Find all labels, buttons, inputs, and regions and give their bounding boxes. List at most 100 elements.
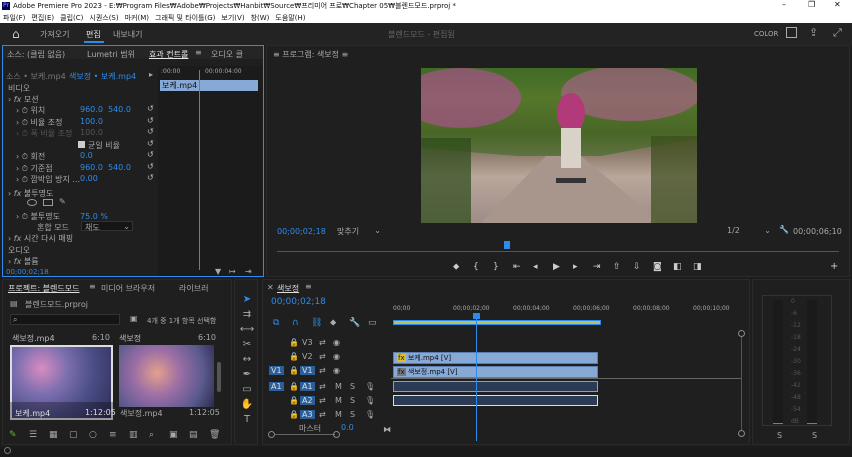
voiceover-mic-icon[interactable]: 🎙 (365, 382, 375, 391)
opacity-effect-label[interactable]: › fx 불투명도 (8, 188, 53, 199)
eye-icon[interactable]: ◉ (333, 352, 340, 361)
track-label[interactable]: V1 (300, 366, 315, 375)
menu-item[interactable]: 도움말(H) (275, 14, 305, 22)
reset-icon[interactable]: ↺ (147, 104, 154, 113)
reset-icon[interactable]: ↺ (147, 139, 154, 148)
out-point-icon[interactable]: } (493, 262, 499, 272)
track-label[interactable]: A1 (300, 382, 315, 391)
effect-row-label[interactable]: › ⏱ 위치 (16, 105, 45, 116)
extract-icon[interactable]: ⇩ (633, 262, 641, 272)
effect-row-value[interactable]: 540.0 (108, 105, 131, 114)
marker-icon[interactable]: ⬥ (453, 262, 459, 272)
menu-item[interactable]: 그래픽 및 타이틀(G) (155, 14, 215, 22)
rectangle-tool-icon[interactable]: ▭ (239, 382, 255, 397)
timeline-menu-icon[interactable]: ≡ (305, 282, 312, 291)
track-label[interactable]: A2 (300, 396, 315, 405)
step-back-icon[interactable]: ◂ (533, 262, 538, 272)
effect-row-label[interactable]: › ⏱ 폭 비율 조정 (16, 128, 72, 139)
mini-timeline-clip[interactable]: 보케.mp4 (160, 80, 258, 91)
mute-button[interactable]: M (335, 410, 342, 419)
tab-lumetri-scopes[interactable]: Lumetri 범위 (87, 49, 135, 60)
track-label[interactable]: A3 (300, 410, 315, 419)
lift-icon[interactable]: ⇧ (613, 262, 621, 272)
sync-lock-icon[interactable]: ⇄ (319, 338, 326, 347)
menu-item[interactable]: 클립(C) (60, 14, 83, 22)
track-end-icon[interactable]: ⧓ (383, 425, 391, 434)
step-forward-icon[interactable]: ▸ (573, 262, 578, 272)
mute-button[interactable]: M (335, 396, 342, 405)
program-playhead[interactable] (504, 241, 510, 249)
panel-menu-icon[interactable]: ≡ (195, 48, 202, 57)
find-icon[interactable]: ⌕ (149, 430, 154, 440)
new-item-icon[interactable]: ▤ (189, 430, 198, 440)
reset-icon[interactable]: ↺ (147, 173, 154, 182)
pen-tool-icon[interactable]: ✒ (239, 367, 255, 382)
maximize-button[interactable]: ❐ (808, 0, 815, 9)
clip-v1-color-correction[interactable]: fx 색보정.mp4 [V] (393, 366, 598, 378)
automate-icon[interactable]: ▥ (129, 430, 138, 440)
effect-row-label[interactable]: 균일 비율 (16, 140, 120, 151)
clip-a1-audio[interactable] (393, 381, 598, 392)
rect-mask-icon[interactable] (43, 199, 53, 206)
effect-row-value[interactable]: 0.0 (80, 151, 93, 160)
sequence-clip-label[interactable]: 색보정 • 보케.mp4 (69, 71, 136, 82)
stopwatch-icon[interactable]: › ⏱ (16, 106, 31, 115)
panel-end-icon[interactable]: ⇥ (245, 267, 252, 276)
play-icon[interactable]: ▶ (553, 262, 560, 272)
solo-button[interactable]: S (350, 396, 355, 405)
tab-audio-clip[interactable]: 오디오 클 (211, 49, 243, 60)
button-editor-icon[interactable]: + (830, 261, 838, 272)
nest-icon[interactable]: ⧉ (273, 318, 279, 328)
reset-icon[interactable]: ↺ (147, 162, 154, 171)
blend-mode-select[interactable]: 채도 ⌄ (81, 221, 133, 232)
tab-source[interactable]: 소스: (클립 없음) (7, 49, 65, 60)
sync-lock-icon[interactable]: ⇄ (319, 410, 326, 419)
minimize-button[interactable]: – (782, 0, 786, 9)
mute-button[interactable]: M (335, 382, 342, 391)
tab-export[interactable]: 내보내기 (113, 29, 142, 40)
selection-tool-icon[interactable]: ➤ (239, 292, 255, 307)
share-icon[interactable]: ⇪ (809, 26, 818, 39)
lock-icon[interactable]: 🔒 (289, 338, 299, 347)
menu-item[interactable]: 시퀀스(S) (89, 14, 118, 22)
stopwatch-icon[interactable]: › ⏱ (16, 152, 31, 161)
playhead-marker[interactable] (473, 313, 480, 319)
fullscreen-icon[interactable]: ⤢ (833, 26, 842, 40)
quick-export-icon[interactable] (786, 27, 797, 38)
new-bin-icon[interactable]: ▣ (130, 314, 138, 323)
project-scrollbar[interactable] (217, 362, 221, 392)
linked-selection-icon[interactable]: ⛓ (311, 318, 322, 328)
delete-icon[interactable]: 🗑 (209, 430, 220, 440)
pencil-icon[interactable]: ✎ (9, 430, 17, 440)
solo-button[interactable]: S (350, 382, 355, 391)
reset-icon[interactable]: ↺ (147, 127, 154, 136)
menu-item[interactable]: 편집(E) (31, 14, 54, 22)
lock-icon[interactable]: 🔒 (289, 410, 299, 419)
sort-icon[interactable]: ≡ (109, 430, 117, 440)
tab-import[interactable]: 가져오기 (40, 29, 69, 40)
sync-lock-icon[interactable]: ⇄ (319, 352, 326, 361)
effect-row-value[interactable]: 100.0 (80, 128, 103, 137)
lock-icon[interactable]: 🔒 (289, 366, 299, 375)
quality-select[interactable]: 1/2 ⌄ (727, 226, 771, 236)
track-label[interactable]: V2 (300, 352, 315, 361)
checkbox-icon[interactable] (78, 140, 85, 148)
menu-item[interactable]: 파일(F) (3, 14, 25, 22)
in-point-icon[interactable]: { (473, 262, 479, 272)
effect-row-value[interactable]: 540.0 (108, 163, 131, 172)
timeline-playhead[interactable] (476, 313, 477, 441)
razor-tool-icon[interactable]: ✂ (239, 337, 255, 352)
timeline-vscroll[interactable] (741, 337, 742, 431)
work-area-bar[interactable] (393, 320, 601, 325)
reset-icon[interactable]: ↺ (147, 150, 154, 159)
fit-select[interactable]: 맞추기 ⌄ (337, 226, 381, 236)
eye-icon[interactable]: ◉ (333, 338, 340, 347)
effect-row-label[interactable]: › ⏱ 기준점 (16, 163, 53, 174)
timeline-zoom-handle-right[interactable] (333, 431, 340, 438)
hand-tool-icon[interactable]: ✋ (239, 397, 255, 412)
time-remap-label[interactable]: › fx 시간 다시 매핑 (8, 233, 73, 244)
color-workspace-label[interactable]: COLOR (754, 30, 778, 38)
add-marker-icon[interactable]: ⬥ (330, 318, 336, 328)
list-view-icon[interactable]: ☰ (29, 430, 37, 440)
project-menu-icon[interactable]: ≡ (89, 282, 96, 291)
